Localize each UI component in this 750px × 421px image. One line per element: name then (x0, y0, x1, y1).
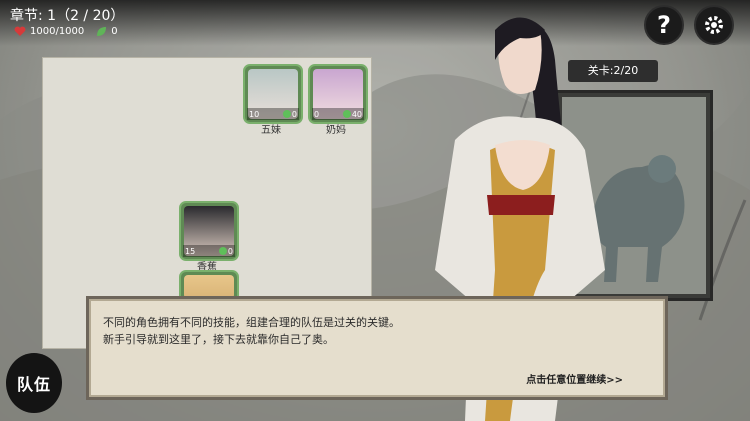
heart-icon (14, 26, 26, 36)
gear-icon (705, 16, 723, 34)
character-name: 奶妈 (326, 125, 346, 136)
dialog-text: 不同的角色拥有不同的技能，组建合理的队伍是过关的关键。 新手引导就到这里了，接下… (103, 314, 651, 348)
continue-prompt[interactable]: 点击任意位置继续>> (526, 371, 623, 386)
atk-value: 10 (249, 109, 260, 119)
dialog-line-1: 不同的角色拥有不同的技能，组建合理的队伍是过关的关键。 (103, 316, 400, 329)
defense-icon (282, 110, 291, 118)
defense-icon (342, 110, 351, 118)
character-card-wumei[interactable]: 10 0 (243, 64, 303, 124)
dialog-box[interactable]: 不同的角色拥有不同的技能，组建合理的队伍是过关的关键。 新手引导就到这里了，接下… (86, 296, 668, 400)
character-name: 五妹 (261, 125, 281, 136)
def-value: 40 (351, 109, 362, 119)
resource-bar: 1000/1000 0 (14, 26, 118, 37)
atk-value: 0 (314, 109, 320, 119)
def-value: 0 (291, 109, 297, 119)
chapter-progress: 章节: 1（2 / 20） (10, 8, 125, 24)
hp-value: 1000/1000 (30, 26, 85, 37)
character-card-xiangjiao[interactable]: 15 0 (179, 201, 239, 261)
def-value: 0 (227, 246, 233, 256)
leaf-value: 0 (111, 26, 118, 37)
question-icon: ? (657, 11, 671, 39)
help-button[interactable]: ? (644, 5, 684, 45)
top-hud: 章节: 1（2 / 20） 1000/1000 0 (0, 0, 750, 46)
defense-icon (218, 247, 227, 255)
dialog-line-2: 新手引导就到这里了，接下去就靠你自己了奥。 (103, 333, 334, 346)
team-button[interactable]: 队伍 (6, 353, 62, 413)
leaf-icon (97, 27, 107, 36)
character-card-naima[interactable]: 0 40 (308, 64, 368, 124)
settings-button[interactable] (694, 5, 734, 45)
atk-value: 15 (185, 246, 196, 256)
